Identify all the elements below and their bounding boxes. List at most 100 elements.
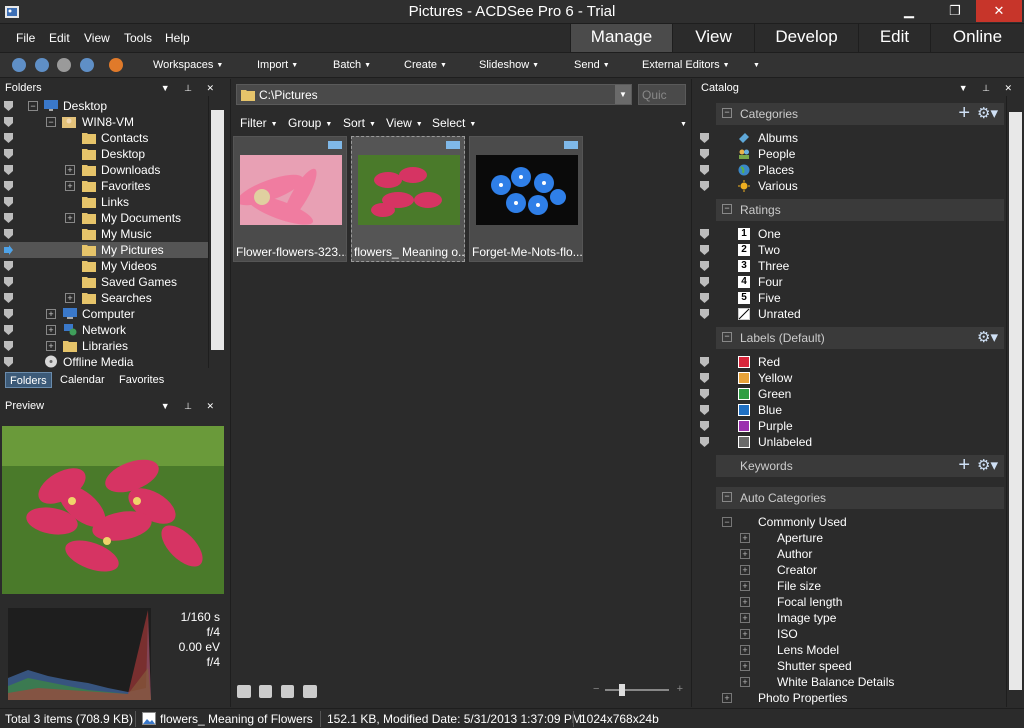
category-people[interactable]: People (698, 146, 998, 162)
scrollbar-thumb[interactable] (1009, 112, 1022, 690)
rating-two[interactable]: 2 Two (698, 242, 998, 258)
toolbar-batch[interactable]: Batch ▼ (333, 59, 371, 71)
expand-icon[interactable]: + (740, 581, 750, 591)
folder-tree-scrollbar[interactable] (208, 96, 226, 368)
expand-icon[interactable]: + (46, 325, 56, 335)
toolbar-create[interactable]: Create ▼ (404, 59, 447, 71)
auto-group-commonly-used[interactable]: − Commonly Used (716, 514, 996, 530)
gear-icon[interactable]: ⚙▾ (977, 455, 998, 477)
close-button[interactable]: ✕ (976, 0, 1022, 22)
auto-item[interactable]: + Shutter speed (716, 658, 996, 674)
slider-thumb[interactable] (619, 684, 625, 696)
tree-item-favorites[interactable]: + Favorites (0, 178, 208, 194)
labels-section-header[interactable]: − Labels (Default) ⚙▾ (716, 327, 1004, 349)
menu-help[interactable]: Help (165, 31, 190, 45)
add-to-basket-icon[interactable] (237, 685, 251, 698)
expand-icon[interactable]: + (65, 293, 75, 303)
tree-item-desktop[interactable]: − Desktop (0, 98, 208, 114)
sort-menu[interactable]: Sort ▼ (343, 116, 376, 130)
categories-section-header[interactable]: − Categories + ⚙▾ (716, 103, 1004, 125)
thumbnail-size-slider[interactable]: − + (593, 683, 683, 697)
panel-options-icon[interactable]: ▼ ⊥ ✕ (161, 397, 220, 415)
path-bar[interactable]: C:\Pictures ▼ (236, 84, 632, 105)
auto-group-photo-properties[interactable]: + Photo Properties (716, 690, 996, 706)
gear-icon[interactable]: ⚙▾ (977, 103, 998, 125)
auto-item[interactable]: + File size (716, 578, 996, 594)
tree-item-win8-vm[interactable]: − WIN8-VM (0, 114, 208, 130)
rotate-right-icon[interactable] (281, 685, 294, 698)
expand-icon[interactable]: + (46, 341, 56, 351)
rating-one[interactable]: 1 One (698, 226, 998, 242)
filter-bar-overflow-icon[interactable]: ▼ (676, 116, 687, 130)
tab-folders[interactable]: Folders (5, 372, 52, 388)
tree-item-desktop-sub[interactable]: Desktop (0, 146, 208, 162)
path-dropdown-icon[interactable]: ▼ (615, 85, 631, 104)
minimize-button[interactable]: ▁ (894, 0, 924, 22)
mode-edit[interactable]: Edit (858, 24, 930, 52)
category-various[interactable]: Various (698, 178, 998, 194)
category-places[interactable]: Places (698, 162, 998, 178)
collapse-icon[interactable]: − (722, 492, 732, 502)
ratings-section-header[interactable]: − Ratings (716, 199, 1004, 221)
scrollbar-thumb[interactable] (211, 110, 224, 350)
tree-item-my-documents[interactable]: + My Documents (0, 210, 208, 226)
auto-item[interactable]: + ISO (716, 626, 996, 642)
maximize-button[interactable]: ❐ (940, 0, 970, 22)
add-category-icon[interactable]: + (958, 103, 970, 123)
expand-icon[interactable]: + (65, 181, 75, 191)
auto-item[interactable]: + White Balance Details (716, 674, 996, 690)
thumbnail-item[interactable]: Forget-Me-Nots-flo... (469, 136, 583, 262)
toolbar-slideshow[interactable]: Slideshow ▼ (479, 59, 539, 71)
panel-options-icon[interactable]: ▼ ⊥ ✕ (161, 79, 220, 97)
zoom-in-icon[interactable]: + (677, 683, 683, 695)
toolbar-overflow-icon[interactable]: ▼ (750, 59, 760, 71)
collapse-icon[interactable]: − (722, 332, 732, 342)
auto-item[interactable]: + Focal length (716, 594, 996, 610)
menu-tools[interactable]: Tools (124, 31, 152, 45)
auto-item[interactable]: + Creator (716, 562, 996, 578)
menu-edit[interactable]: Edit (49, 31, 70, 45)
tab-favorites[interactable]: Favorites (115, 372, 168, 388)
tree-item-links[interactable]: Links (0, 194, 208, 210)
back-icon[interactable] (35, 58, 49, 72)
collapse-icon[interactable]: − (722, 204, 732, 214)
thumbnail-item[interactable]: Flower-flowers-323... (233, 136, 347, 262)
toolbar-import[interactable]: Import ▼ (257, 59, 298, 71)
expand-icon[interactable]: + (740, 613, 750, 623)
group-menu[interactable]: Group ▼ (288, 116, 332, 130)
thumbnail-item-selected[interactable]: flowers_ Meaning o... (351, 136, 465, 262)
auto-item[interactable]: + Author (716, 546, 996, 562)
rotate-left-icon[interactable] (259, 685, 272, 698)
mode-online[interactable]: Online (930, 24, 1024, 52)
tree-item-my-videos[interactable]: My Videos (0, 258, 208, 274)
zoom-out-icon[interactable]: − (593, 683, 599, 695)
tree-item-my-music[interactable]: My Music (0, 226, 208, 242)
label-purple[interactable]: Purple (698, 418, 998, 434)
home-icon[interactable] (12, 58, 26, 72)
menu-view[interactable]: View (84, 31, 110, 45)
label-red[interactable]: Red (698, 354, 998, 370)
mode-view[interactable]: View (672, 24, 754, 52)
tree-item-searches[interactable]: + Searches (0, 290, 208, 306)
tree-item-my-pictures[interactable]: My Pictures (0, 242, 208, 258)
auto-item[interactable]: + Image type (716, 610, 996, 626)
expand-icon[interactable]: + (740, 597, 750, 607)
expand-icon[interactable]: + (46, 309, 56, 319)
acdsee-online-icon[interactable] (109, 58, 123, 72)
catalog-scrollbar[interactable] (1006, 96, 1024, 707)
expand-icon[interactable]: + (740, 645, 750, 655)
add-keyword-icon[interactable]: + (958, 455, 970, 475)
gear-icon[interactable]: ⚙▾ (977, 327, 998, 349)
collapse-icon[interactable]: − (722, 517, 732, 527)
collapse-icon[interactable]: − (722, 108, 732, 118)
label-unlabeled[interactable]: Unlabeled (698, 434, 998, 450)
expand-icon[interactable]: + (740, 565, 750, 575)
rating-five[interactable]: 5 Five (698, 290, 998, 306)
menu-file[interactable]: File (16, 31, 35, 45)
label-yellow[interactable]: Yellow (698, 370, 998, 386)
expand-icon[interactable]: + (740, 661, 750, 671)
keywords-section-header[interactable]: Keywords + ⚙▾ (716, 455, 1004, 477)
rating-four[interactable]: 4 Four (698, 274, 998, 290)
tree-item-libraries[interactable]: + Libraries (0, 338, 208, 354)
toolbar-send[interactable]: Send ▼ (574, 59, 610, 71)
